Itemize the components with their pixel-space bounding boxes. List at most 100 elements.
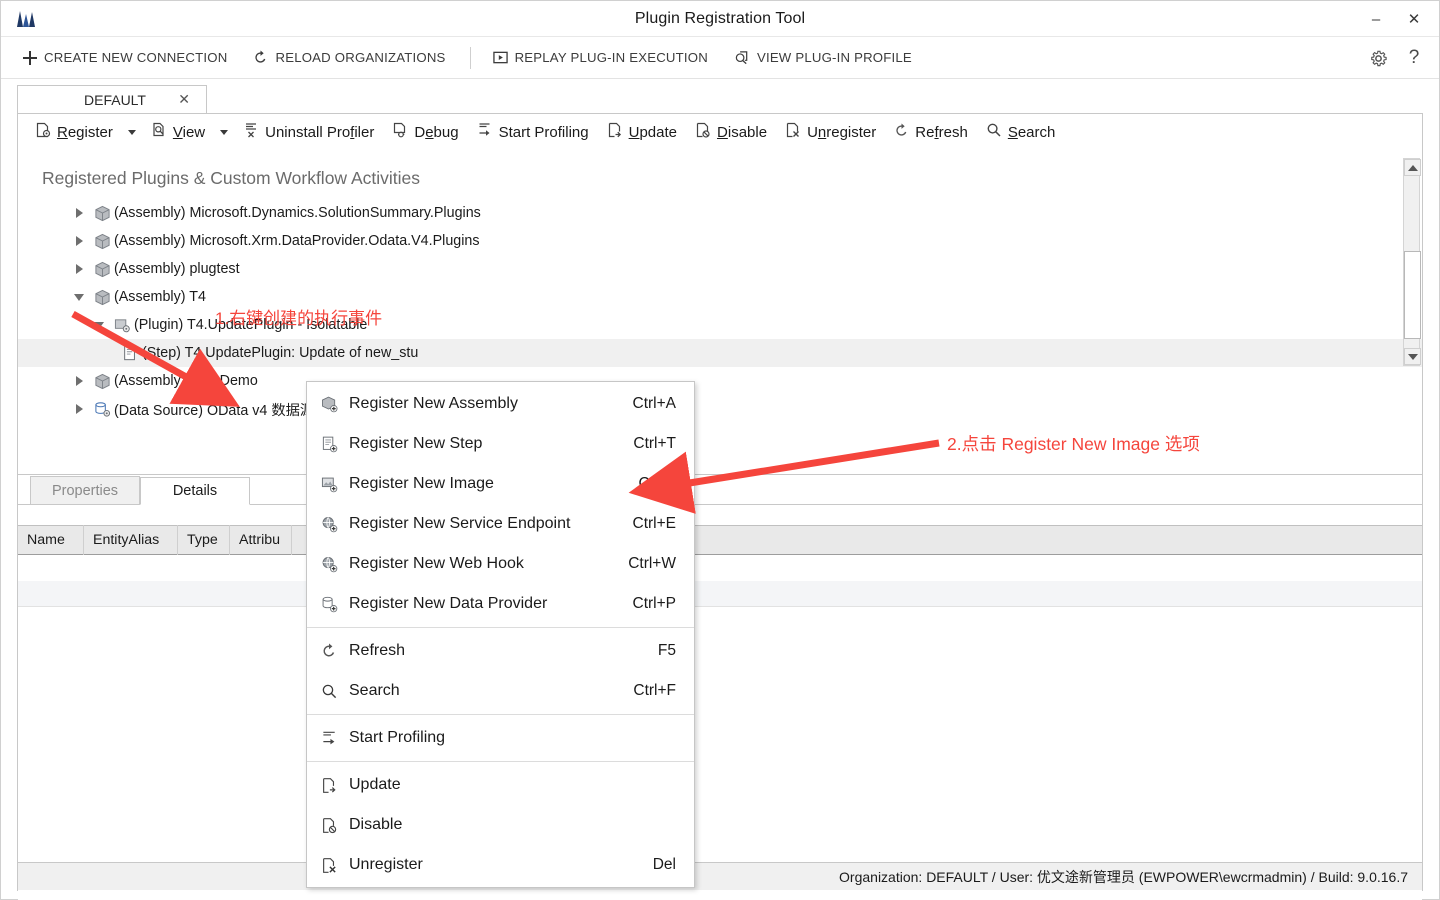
tab-properties[interactable]: Properties [30,476,140,504]
update-icon [321,777,349,794]
tree-node-assembly-odatav4plugins[interactable]: (Assembly) Microsoft.Xrm.DataProvider.Od… [18,227,1422,255]
scroll-down-arrow-icon[interactable] [1404,348,1421,365]
menu-item-label: Refresh [349,642,406,659]
details-grid-row[interactable] [18,581,1422,607]
details-grid-row[interactable] [18,607,1422,633]
window-controls: – ✕ [1359,1,1431,37]
menu-item-unregister[interactable]: Unregister Del [307,845,694,885]
ribbon-refresh-label: Refresh [915,123,968,141]
debug-icon [392,122,408,142]
tab-details[interactable]: Details [140,477,250,505]
assembly-icon [90,373,114,390]
tab-default[interactable]: DEFAULT ✕ [17,85,207,114]
command-bar-separator [469,46,471,69]
register-chevron-down-icon[interactable] [122,117,142,147]
tree-node-label: (Step) T4.UpdatePlugin: Update of new_st… [142,345,419,361]
menu-item-register-new-service-endpoint[interactable]: Register New Service Endpoint Ctrl+E [307,504,694,544]
tree-node-step-t4-updateplugin[interactable]: (Step) T4.UpdatePlugin: Update of new_st… [18,339,1422,367]
tree-node-datasource-odatav4[interactable]: (Data Source) OData v4 数据源 [18,395,1422,423]
ribbon-view-button[interactable]: View [142,117,214,147]
menu-item-disable[interactable]: Disable [307,805,694,845]
menu-item-register-new-step[interactable]: Register New Step Ctrl+T [307,424,694,464]
refresh-icon [321,643,349,659]
menu-item-update[interactable]: Update [307,765,694,805]
menu-item-shortcut: Del [652,856,676,873]
menu-item-shortcut: Ctrl+P [632,595,677,612]
close-button[interactable]: ✕ [1397,4,1431,34]
ribbon-search-button[interactable]: Search [977,117,1065,147]
column-header-entityalias[interactable]: EntityAlias [84,525,178,555]
tree-node-assembly-solutionsummary[interactable]: (Assembly) Microsoft.Dynamics.SolutionSu… [18,199,1422,227]
chevron-right-icon[interactable] [68,264,90,274]
menu-item-label: Update [349,776,401,793]
menu-item-register-new-assembly[interactable]: Register New Assembly Ctrl+A [307,384,694,424]
details-grid-row[interactable] [18,555,1422,581]
view-icon [151,122,167,142]
column-header-name[interactable]: Name [18,525,84,555]
play-box-icon [492,50,508,65]
tree-heading: Registered Plugins & Custom Workflow Act… [42,168,421,188]
register-assembly-icon [321,396,349,413]
chevron-down-icon[interactable] [88,321,110,329]
tree-node-label: (Data Source) OData v4 数据源 [114,402,315,419]
step-icon [118,345,142,361]
menu-item-shortcut: Ctrl+I [638,475,676,492]
column-header-type[interactable]: Type [178,525,230,555]
chevron-down-icon[interactable] [68,293,90,301]
ribbon-debug-label: Debug [414,123,459,141]
menu-item-label: Unregister [349,856,423,873]
ribbon-start-profiling-button[interactable]: Start Profiling [468,117,598,147]
ribbon-toolbar: Register View Uninstall Profiler Debug S… [18,114,1422,150]
view-chevron-down-icon[interactable] [214,117,234,147]
tree-vertical-scrollbar[interactable] [1403,158,1421,366]
chevron-right-icon[interactable] [68,208,90,218]
ribbon-uninstall-profiler-button[interactable]: Uninstall Profiler [234,117,383,147]
title-bar: Plugin Registration Tool – ✕ [1,1,1439,37]
tree-node-assembly-plugtest[interactable]: (Assembly) plugtest [18,255,1422,283]
details-panel: Properties Details Name EntityAlias Type… [18,475,1422,900]
annotation-label-1: 1.右键创建的执行事件 [215,309,383,328]
menu-item-label: Register New Data Provider [349,595,548,612]
assembly-icon [90,261,114,278]
reload-organizations-button[interactable]: RELOAD ORGANIZATIONS [241,41,459,75]
ribbon-register-button[interactable]: Register [26,117,122,147]
scroll-up-arrow-icon[interactable] [1404,159,1421,176]
plugin-icon [110,317,134,334]
assembly-icon [90,233,114,250]
ribbon-refresh-button[interactable]: Refresh [885,117,977,147]
menu-item-refresh[interactable]: Refresh F5 [307,631,694,671]
menu-item-register-new-web-hook[interactable]: Register New Web Hook Ctrl+W [307,544,694,584]
scrollbar-thumb[interactable] [1404,251,1421,339]
menu-separator [307,627,694,628]
chevron-right-icon[interactable] [68,404,90,414]
column-header-attributes[interactable]: Attribu [230,525,292,555]
minimize-button[interactable]: – [1359,4,1393,34]
ribbon-unregister-label: Unregister [807,123,877,141]
view-plugin-profile-label: VIEW PLUG-IN PROFILE [756,50,912,65]
window-title: Plugin Registration Tool [634,9,806,27]
gear-icon[interactable] [1367,47,1389,69]
chevron-right-icon[interactable] [68,236,90,246]
create-new-connection-button[interactable]: CREATE NEW CONNECTION [11,41,241,75]
menu-item-start-profiling[interactable]: Start Profiling [307,718,694,758]
tree-node-label: (Assembly) T4 [114,289,206,305]
ribbon-unregister-button[interactable]: Unregister [776,117,885,147]
tree-node-assembly-wfdemo[interactable]: (Assembly) WF_Demo [18,367,1422,395]
menu-item-search[interactable]: Search Ctrl+F [307,671,694,711]
datasource-icon [90,401,114,418]
menu-item-register-new-image[interactable]: Register New Image Ctrl+I [307,464,694,504]
replay-plugin-execution-button[interactable]: REPLAY PLUG-IN EXECUTION [481,41,722,75]
ribbon-update-button[interactable]: Update [598,117,686,147]
menu-separator [307,761,694,762]
view-plugin-profile-button[interactable]: VIEW PLUG-IN PROFILE [722,41,926,75]
tree-node-label: (Assembly) Microsoft.Xrm.DataProvider.Od… [114,233,480,249]
start-profiling-icon [321,730,349,747]
details-grid-header: Name EntityAlias Type Attribu [18,525,1422,555]
ribbon-search-label: Search [1007,123,1056,141]
ribbon-debug-button[interactable]: Debug [383,117,467,147]
question-icon[interactable]: ? [1403,47,1425,69]
ribbon-disable-button[interactable]: Disable [686,117,776,147]
tab-close-icon[interactable]: ✕ [178,91,190,108]
chevron-right-icon[interactable] [68,376,90,386]
menu-item-register-new-data-provider[interactable]: Register New Data Provider Ctrl+P [307,584,694,624]
